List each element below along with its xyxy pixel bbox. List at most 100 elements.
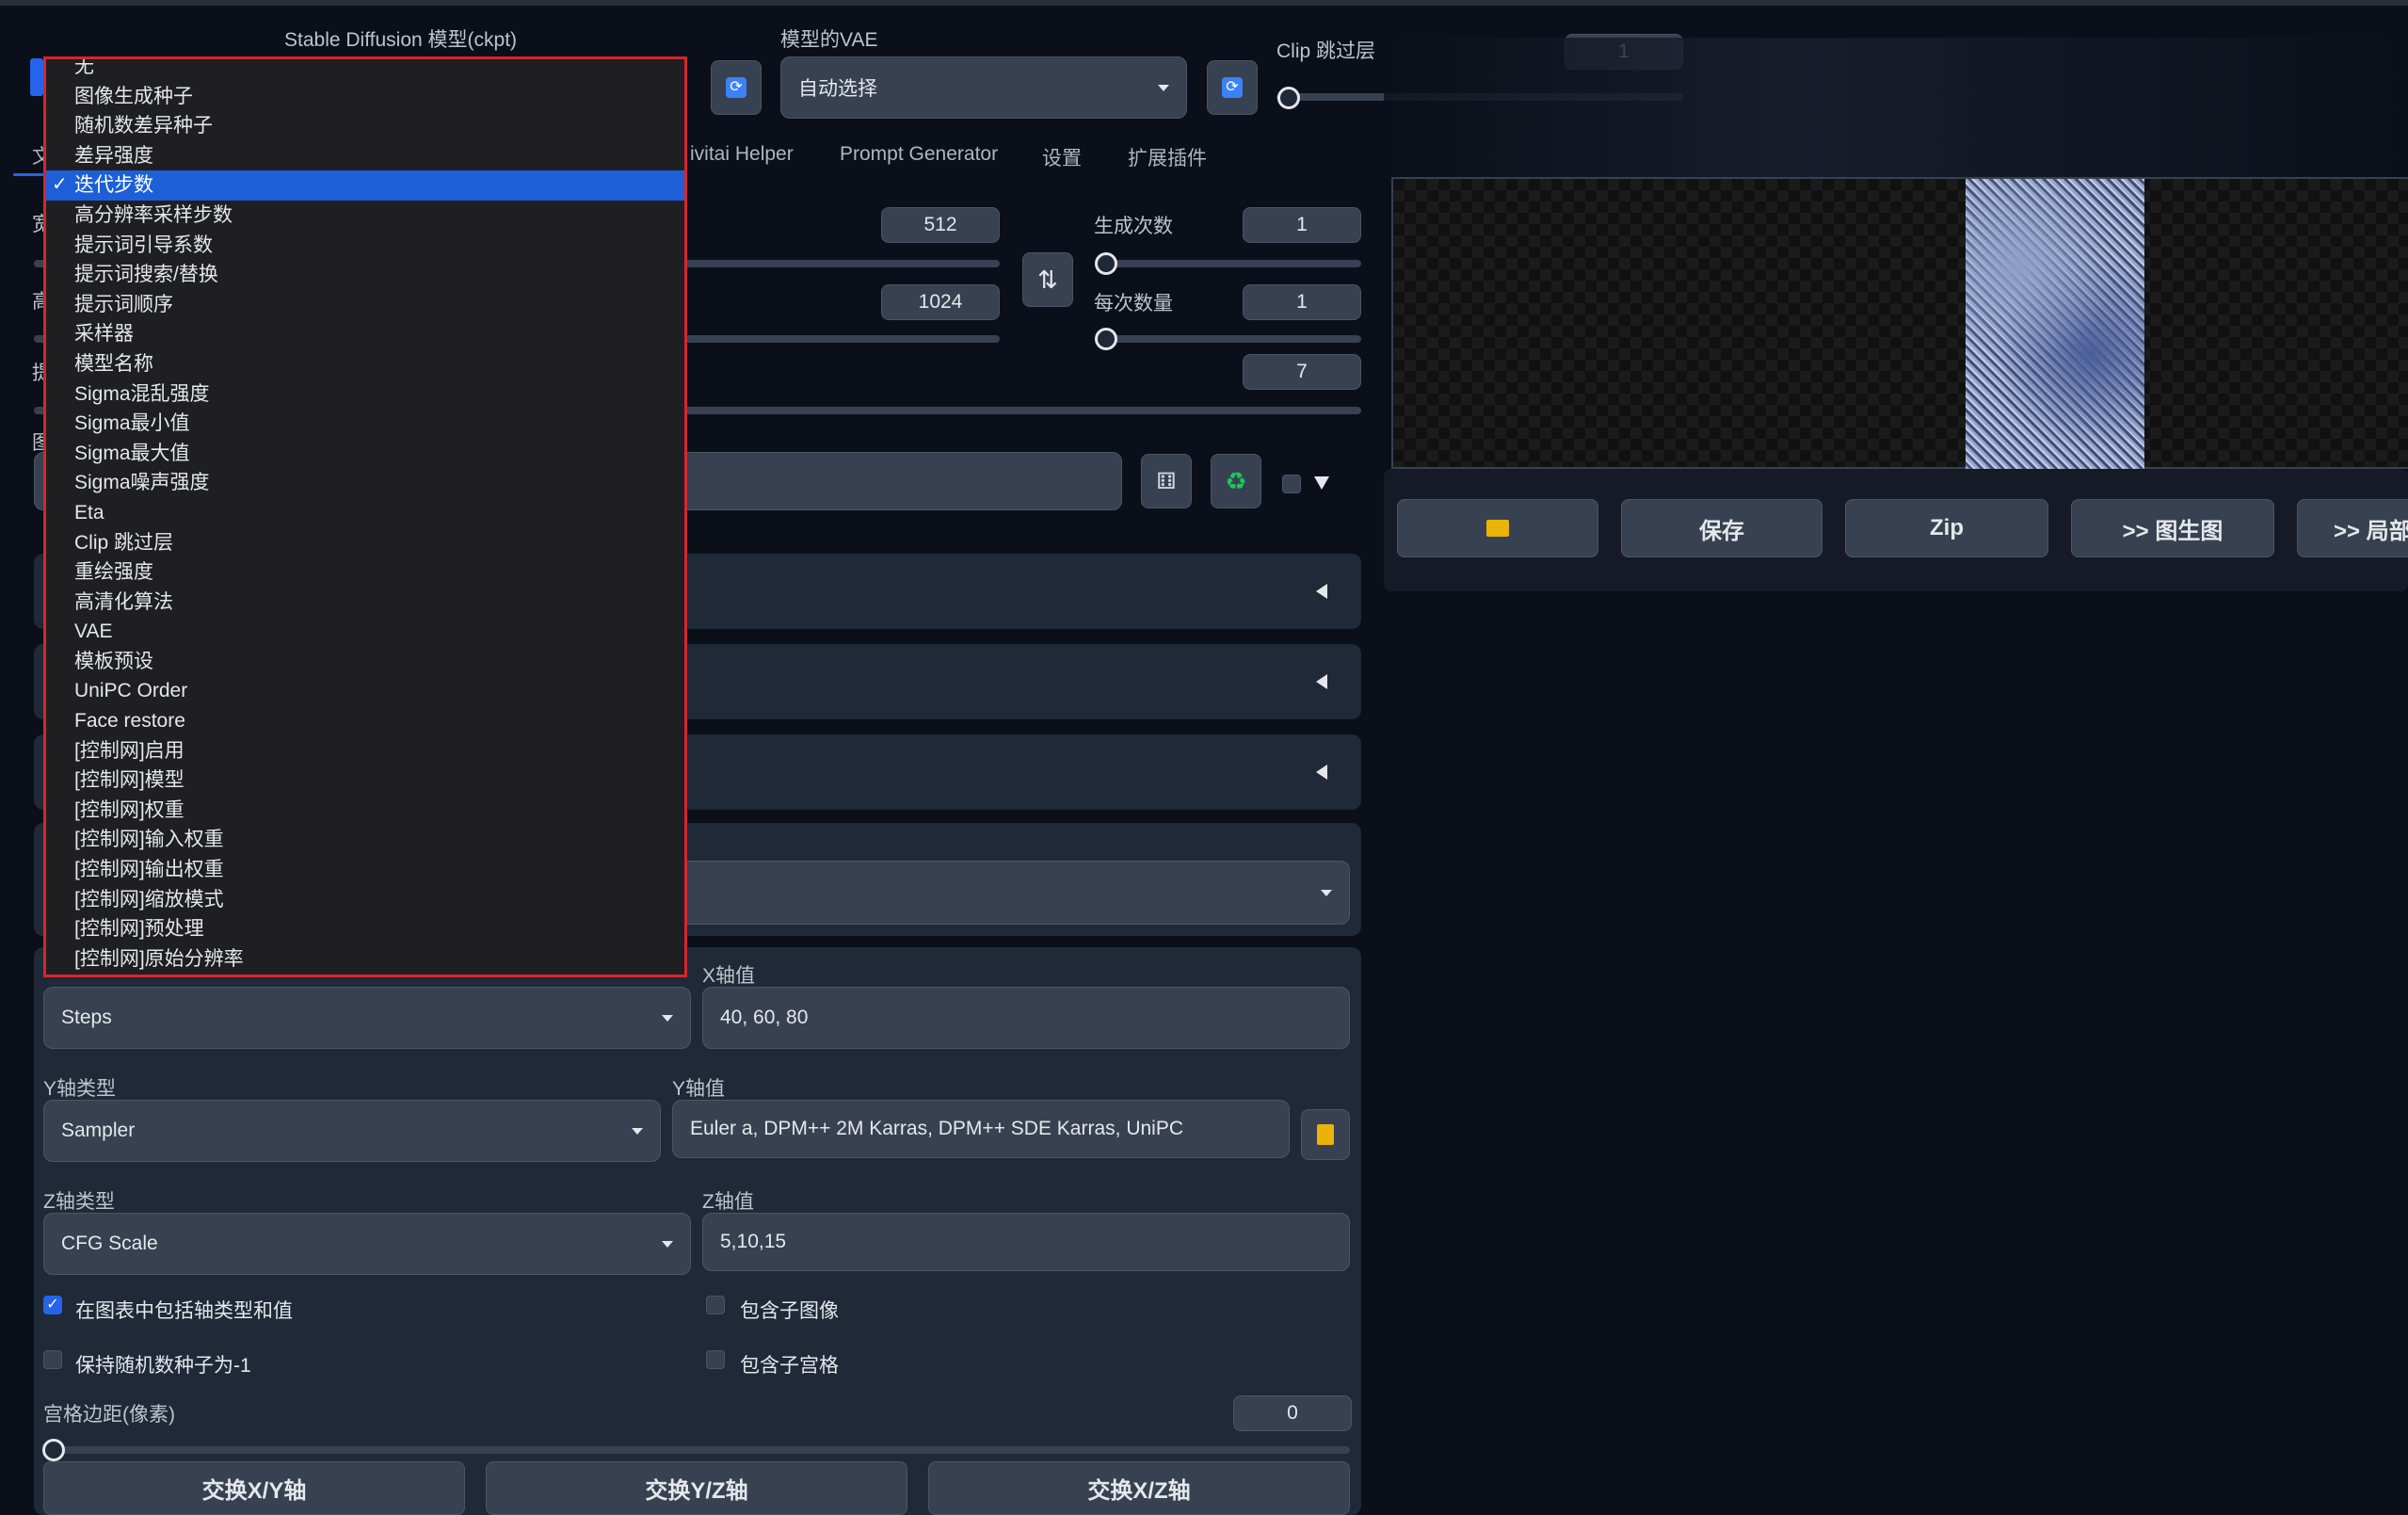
batch-count-input[interactable]: 1 <box>1243 207 1361 243</box>
clip-slider-handle[interactable] <box>1277 87 1300 109</box>
include-sub-grids-checkbox[interactable] <box>706 1350 725 1369</box>
grid-margin-slider-handle[interactable] <box>42 1439 65 1461</box>
z-type-select[interactable]: CFG Scale <box>43 1213 691 1275</box>
dropdown-option[interactable]: Sigma最大值 <box>46 439 684 469</box>
include-sub-grids-label: 包含子宫格 <box>740 1355 839 1377</box>
grid-margin-input[interactable]: 0 <box>1233 1395 1352 1431</box>
vae-label: 模型的VAE <box>780 29 878 51</box>
send-to-inpaint-button[interactable]: >> 局部 <box>2297 499 2408 557</box>
dropdown-option-label: 图像生成种子 <box>74 85 193 107</box>
output-gallery[interactable] <box>1391 177 2408 469</box>
dropdown-option[interactable]: 提示词引导系数 <box>46 231 684 261</box>
dropdown-option[interactable]: UniPC Order <box>46 676 684 706</box>
dropdown-option[interactable]: Sigma噪声强度 <box>46 468 684 498</box>
x-type-select[interactable]: Steps <box>43 987 691 1049</box>
batch-size-input[interactable]: 1 <box>1243 284 1361 320</box>
dropdown-option[interactable]: [控制网]缩放模式 <box>46 885 684 915</box>
keep-seed-checkbox[interactable] <box>43 1350 62 1369</box>
refresh-vae-button[interactable]: ⟳ <box>1207 60 1258 115</box>
extra-seed-checkbox[interactable] <box>1282 475 1301 493</box>
batch-count-slider-track[interactable] <box>1096 260 1361 267</box>
dropdown-option[interactable]: [控制网]预处理 <box>46 914 684 944</box>
dropdown-option[interactable]: 随机数差异种子 <box>46 111 684 141</box>
fill-values-button[interactable] <box>1301 1109 1350 1160</box>
dropdown-option-label: 提示词搜索/替换 <box>74 264 218 286</box>
y-values-label: Y轴值 <box>672 1078 726 1100</box>
z-values-label: Z轴值 <box>702 1191 754 1213</box>
x-type-dropdown-list[interactable]: 无图像生成种子 随机数差异种子 差异强度 ✓ 迭代步数 高分辨率采样步数 提示词引导系数 提示… <box>43 56 687 977</box>
chevron-down-icon <box>1158 84 1169 91</box>
dropdown-option[interactable]: 提示词搜索/替换 <box>46 260 684 290</box>
y-type-select[interactable]: Sampler <box>43 1100 661 1162</box>
dropdown-option-label: 模型名称 <box>74 352 153 375</box>
dropdown-option[interactable]: [控制网]原始分辨率 <box>46 944 684 975</box>
open-folder-button[interactable] <box>1397 499 1598 557</box>
dropdown-option[interactable]: [控制网]启用 <box>46 736 684 766</box>
reuse-seed-button[interactable]: ♻ <box>1211 454 1261 508</box>
dropdown-option[interactable]: Sigma混乱强度 <box>46 379 684 410</box>
dropdown-option-label: 高分辨率采样步数 <box>74 203 233 226</box>
random-seed-button[interactable]: ⚅ <box>1141 454 1192 508</box>
y-values-input[interactable]: Euler a, DPM++ 2M Karras, DPM++ SDE Karr… <box>672 1100 1290 1158</box>
tab-civitai-helper[interactable]: ivitai Helper <box>690 143 794 166</box>
refresh-ckpt-button[interactable]: ⟳ <box>711 60 762 115</box>
dropdown-option[interactable]: 模型名称 <box>46 349 684 379</box>
chevron-down-icon <box>662 1014 673 1022</box>
ckpt-label: Stable Diffusion 模型(ckpt) <box>284 29 518 51</box>
generated-image-thumbnail[interactable] <box>1966 179 2144 469</box>
dropdown-option[interactable]: ✓ 迭代步数 <box>46 170 684 201</box>
dropdown-option[interactable]: Face restore <box>46 706 684 736</box>
dropdown-option[interactable]: 提示词顺序 <box>46 290 684 320</box>
expand-triangle-icon[interactable] <box>1314 476 1329 490</box>
top-edge <box>0 0 2408 6</box>
x-values-text: 40, 60, 80 <box>720 1007 809 1028</box>
grid-margin-slider-track[interactable] <box>43 1446 1350 1454</box>
width-input[interactable]: 512 <box>881 207 1000 243</box>
zip-button[interactable]: Zip <box>1845 499 2048 557</box>
swap-xy-button[interactable]: 交换X/Y轴 <box>43 1461 465 1515</box>
batch-size-slider-handle[interactable] <box>1095 328 1117 350</box>
include-labels-checkbox[interactable]: ✓ <box>43 1296 62 1314</box>
dropdown-option[interactable]: Clip 跳过层 <box>46 528 684 558</box>
dropdown-option[interactable]: [控制网]输出权重 <box>46 855 684 885</box>
z-values-input[interactable]: 5,10,15 <box>702 1213 1350 1271</box>
dropdown-option[interactable]: Eta <box>46 498 684 528</box>
send-to-img2img-button[interactable]: >> 图生图 <box>2071 499 2274 557</box>
tab-extensions[interactable]: 扩展插件 <box>1128 143 1207 171</box>
swap-dimensions-button[interactable]: ⇅ <box>1022 252 1073 307</box>
x-values-input[interactable]: 40, 60, 80 <box>702 987 1350 1049</box>
batch-count-slider-handle[interactable] <box>1095 252 1117 275</box>
save-button[interactable]: 保存 <box>1621 499 1822 557</box>
dropdown-option[interactable]: 差异强度 <box>46 141 684 171</box>
swap-xz-button[interactable]: 交换X/Z轴 <box>928 1461 1350 1515</box>
book-icon <box>1317 1124 1334 1145</box>
vae-select[interactable]: 自动选择 <box>780 56 1187 119</box>
dropdown-option-label: Sigma最小值 <box>74 412 190 435</box>
dropdown-option[interactable]: 无 <box>46 59 684 82</box>
chevron-down-icon <box>1321 889 1332 896</box>
height-input[interactable]: 1024 <box>881 284 1000 320</box>
dropdown-option-label: 随机数差异种子 <box>74 115 213 137</box>
batch-size-slider-track[interactable] <box>1096 335 1361 343</box>
cfg-input[interactable]: 7 <box>1243 354 1361 390</box>
dropdown-option[interactable]: [控制网]模型 <box>46 766 684 796</box>
chevron-down-icon <box>662 1240 673 1248</box>
y-type-value: Sampler <box>61 1120 136 1141</box>
dropdown-option-label: [控制网]输入权重 <box>74 829 224 851</box>
dropdown-option[interactable]: 高分辨率采样步数 <box>46 201 684 231</box>
tab-settings[interactable]: 设置 <box>1042 143 1082 171</box>
dropdown-option[interactable]: 高清化算法 <box>46 588 684 618</box>
tab-prompt-generator[interactable]: Prompt Generator <box>840 143 998 166</box>
dropdown-option[interactable]: [控制网]输入权重 <box>46 825 684 855</box>
dropdown-option[interactable]: [控制网]权重 <box>46 796 684 826</box>
dropdown-option[interactable]: 模板预设 <box>46 647 684 677</box>
dropdown-option[interactable]: 采样器 <box>46 319 684 349</box>
z-values-text: 5,10,15 <box>720 1231 787 1252</box>
dropdown-option[interactable]: Sigma最小值 <box>46 409 684 439</box>
dropdown-option[interactable]: VAE <box>46 617 684 647</box>
dropdown-option[interactable]: 图像生成种子 <box>46 82 684 112</box>
include-sub-images-checkbox[interactable] <box>706 1296 725 1314</box>
swap-yz-button[interactable]: 交换Y/Z轴 <box>486 1461 907 1515</box>
checkmark-icon: ✓ <box>52 174 68 196</box>
dropdown-option[interactable]: 重绘强度 <box>46 557 684 588</box>
